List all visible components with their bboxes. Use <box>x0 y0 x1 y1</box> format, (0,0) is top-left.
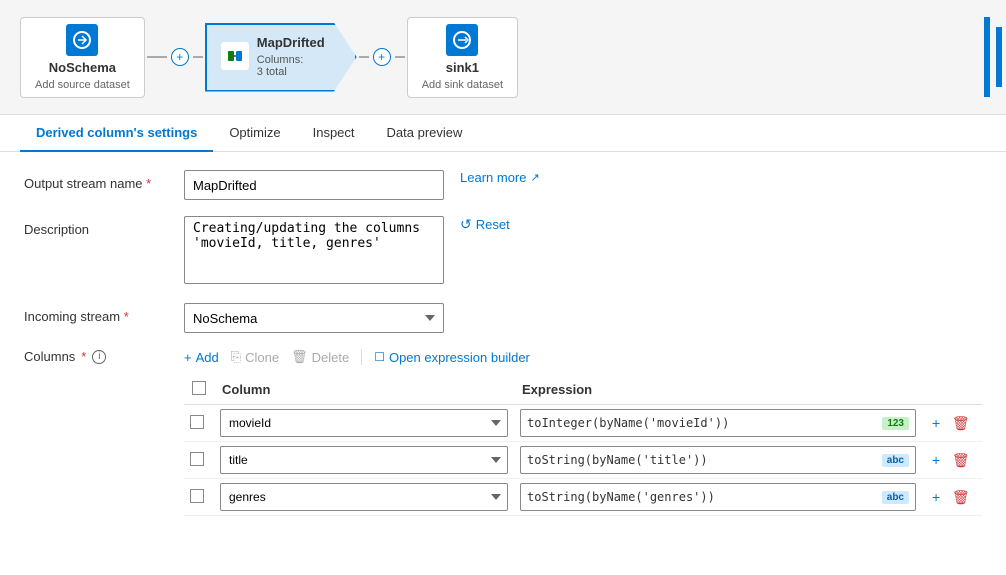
expression-text-1: toString(byName('title')) <box>527 453 876 467</box>
expr-badge-0: 123 <box>882 417 909 430</box>
noschema-title: NoSchema <box>49 60 116 75</box>
description-row: Description Creating/updating the column… <box>24 216 982 287</box>
tab-inspect[interactable]: Inspect <box>297 115 371 152</box>
noschema-subtitle: Add source dataset <box>35 79 130 91</box>
columns-toolbar: + Add ⎘ Clone 🗑 Delete ☐ Open expressi <box>184 349 982 365</box>
clone-icon: ⎘ <box>231 349 241 365</box>
mapdrifted-title: MapDrifted <box>257 35 325 50</box>
column-header: Column <box>214 375 514 405</box>
columns-table: Column Expression movieId <box>184 375 982 516</box>
map-icon <box>221 42 249 70</box>
mapdrifted-node[interactable]: MapDrifted Columns: 3 total <box>205 23 357 92</box>
expression-text-0: toInteger(byName('movieId')) <box>527 416 876 430</box>
learn-more-text: Learn more <box>460 170 526 185</box>
settings-panel: Output stream name Learn more ↗ Descript… <box>0 152 1006 570</box>
description-control: Creating/updating the columns 'movieId, … <box>184 216 444 287</box>
expr-badge-2: abc <box>882 491 909 504</box>
expression-field-2[interactable]: toString(byName('genres')) abc <box>520 483 916 511</box>
columns-section: Columns * i + Add ⎘ Clone <box>24 349 982 516</box>
pipeline-canvas: NoSchema Add source dataset + MapDrifted… <box>0 0 1006 115</box>
sink1-title: sink1 <box>446 60 479 75</box>
delete-row-btn-1[interactable]: 🗑 <box>948 450 974 471</box>
tab-optimize[interactable]: Optimize <box>213 115 296 152</box>
noschemaN-node[interactable]: NoSchema Add source dataset <box>20 17 145 98</box>
tabs-bar: Derived column's settings Optimize Inspe… <box>0 115 1006 152</box>
expression-field-1[interactable]: toString(byName('title')) abc <box>520 446 916 474</box>
delete-row-btn-2[interactable]: 🗑 <box>948 487 974 508</box>
delete-column-button[interactable]: 🗑 Delete <box>291 349 349 365</box>
add-label: Add <box>196 350 219 365</box>
side-actions-stream: Learn more ↗ <box>460 170 540 185</box>
row-checkbox-2[interactable] <box>190 489 204 503</box>
table-row: movieId toInteger(byName('movieId')) 123 <box>184 405 982 442</box>
learn-more-link[interactable]: Learn more ↗ <box>460 170 540 185</box>
sink-icon <box>446 24 478 56</box>
output-stream-row: Output stream name Learn more ↗ <box>24 170 982 200</box>
reset-label: Reset <box>476 217 510 232</box>
reset-icon: ↺ <box>460 216 472 233</box>
add-icon: + <box>184 350 192 365</box>
clone-label: Clone <box>245 350 279 365</box>
columns-info-icon[interactable]: i <box>92 350 106 364</box>
tab-preview[interactable]: Data preview <box>371 115 479 152</box>
side-actions-desc: ↺ Reset <box>460 216 510 233</box>
add-row-btn-1[interactable]: + <box>928 450 944 470</box>
expression-field-0[interactable]: toInteger(byName('movieId')) 123 <box>520 409 916 437</box>
add-connector-btn-2[interactable]: + <box>373 48 391 66</box>
column-name-select-2[interactable]: genres <box>220 483 508 511</box>
expression-header: Expression <box>514 375 922 405</box>
column-name-select-1[interactable]: title <box>220 446 508 474</box>
open-expr-label: Open expression builder <box>389 350 530 365</box>
columns-label-text: Columns <box>24 349 75 364</box>
reset-button[interactable]: ↺ Reset <box>460 216 510 233</box>
delete-label: Delete <box>312 350 350 365</box>
add-row-btn-2[interactable]: + <box>928 487 944 507</box>
open-expr-icon: ☐ <box>374 350 385 364</box>
output-stream-label: Output stream name <box>24 170 184 191</box>
mapdrifted-cols-label: Columns: <box>257 54 325 66</box>
add-connector-btn[interactable]: + <box>171 48 189 66</box>
blue-bar-1 <box>984 17 990 97</box>
output-stream-control <box>184 170 444 200</box>
sink1-subtitle: Add sink dataset <box>422 79 503 91</box>
incoming-stream-control: NoSchema <box>184 303 444 333</box>
incoming-stream-select[interactable]: NoSchema <box>184 303 444 333</box>
description-textarea[interactable]: Creating/updating the columns 'movieId, … <box>184 216 444 284</box>
delete-icon: 🗑 <box>291 349 308 365</box>
incoming-stream-label: Incoming stream <box>24 303 184 324</box>
toolbar-separator <box>361 349 362 365</box>
output-stream-input[interactable] <box>184 170 444 200</box>
columns-label: Columns * i <box>24 349 184 364</box>
expr-badge-1: abc <box>882 454 909 467</box>
open-expression-builder-button[interactable]: ☐ Open expression builder <box>374 350 530 365</box>
add-row-btn-0[interactable]: + <box>928 413 944 433</box>
incoming-stream-row: Incoming stream NoSchema <box>24 303 982 333</box>
sink1-node[interactable]: sink1 Add sink dataset <box>407 17 518 98</box>
row-checkbox-0[interactable] <box>190 415 204 429</box>
source-icon <box>66 24 98 56</box>
add-column-button[interactable]: + Add <box>184 350 219 365</box>
table-row: genres toString(byName('genres')) abc <box>184 479 982 516</box>
description-label: Description <box>24 216 184 237</box>
row-checkbox-1[interactable] <box>190 452 204 466</box>
blue-bar-2 <box>996 27 1002 87</box>
delete-row-btn-0[interactable]: 🗑 <box>948 413 974 434</box>
select-all-checkbox[interactable] <box>192 381 206 395</box>
table-row: title toString(byName('title')) abc + <box>184 442 982 479</box>
tab-derived[interactable]: Derived column's settings <box>20 115 213 152</box>
columns-content: + Add ⎘ Clone 🗑 Delete ☐ Open expressi <box>184 349 982 516</box>
external-link-icon: ↗ <box>530 171 539 184</box>
column-name-select-0[interactable]: movieId <box>220 409 508 437</box>
clone-column-button[interactable]: ⎘ Clone <box>231 349 279 365</box>
expression-text-2: toString(byName('genres')) <box>527 490 876 504</box>
mapdrifted-cols-count: 3 total <box>257 66 325 78</box>
